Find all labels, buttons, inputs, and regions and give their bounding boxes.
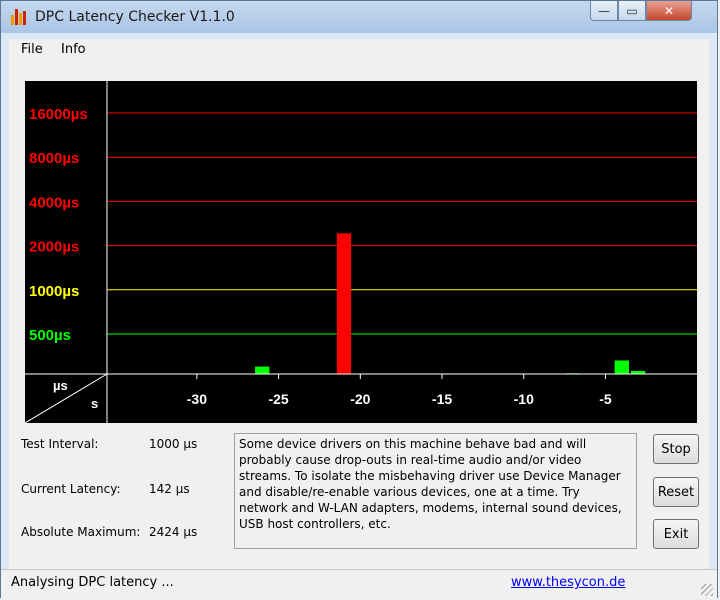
- client-area: 16000µs 8000µs 4000µs 2000µs 1000µs 500µs µs s -…: [9, 61, 709, 591]
- x-tick-label-1: -25: [268, 391, 288, 407]
- current-latency-label: Current Latency:: [21, 482, 121, 496]
- test-interval-value: 1000 µs: [149, 437, 198, 451]
- current-latency-value: 142 µs: [149, 482, 190, 496]
- reset-button[interactable]: Reset: [653, 477, 699, 507]
- stop-button[interactable]: Stop: [653, 434, 699, 464]
- message-text: Some device drivers on this machine beha…: [239, 437, 622, 531]
- bar-14: [336, 233, 352, 374]
- app-bars-icon: [11, 9, 29, 25]
- x-tick-label-4: -10: [514, 391, 534, 407]
- absolute-maximum-label: Absolute Maximum:: [21, 525, 141, 539]
- menu-bar: File Info: [9, 39, 709, 61]
- maximize-button[interactable]: ▭: [618, 1, 646, 21]
- menu-info[interactable]: Info: [61, 42, 86, 57]
- website-link[interactable]: www.thesycon.de: [511, 575, 625, 590]
- minimize-button[interactable]: —: [590, 1, 618, 21]
- status-bar: Analysing DPC latency ... www.thesycon.d…: [1, 569, 717, 598]
- status-text: Analysing DPC latency ...: [11, 575, 174, 590]
- y-tick-label-1000: 1000µs: [29, 283, 79, 300]
- y-tick-label-8000: 8000µs: [29, 150, 79, 167]
- close-icon: ✕: [663, 3, 675, 18]
- x-tick-label-2: -20: [350, 391, 370, 407]
- x-tick-label-0: -30: [187, 391, 207, 407]
- y-tick-label-4000: 4000µs: [29, 194, 79, 211]
- x-tick-label-5: -5: [599, 391, 612, 407]
- x-axis-unit-label: s: [91, 396, 98, 411]
- close-button[interactable]: ✕: [646, 1, 692, 21]
- latency-chart-svg: 16000µs 8000µs 4000µs 2000µs 1000µs 500µs µs s -…: [25, 81, 697, 423]
- bar-9: [255, 366, 270, 374]
- minimize-icon: —: [598, 3, 610, 18]
- latency-chart: 16000µs 8000µs 4000µs 2000µs 1000µs 500µs µs s -…: [25, 81, 697, 423]
- x-tick-label-3: -15: [432, 391, 452, 407]
- resize-grip-icon[interactable]: [701, 584, 713, 596]
- window-title: DPC Latency Checker V1.1.0: [35, 9, 235, 25]
- absolute-maximum-value: 2424 µs: [149, 525, 198, 539]
- bar-31: [614, 360, 629, 374]
- message-text-box[interactable]: Some device drivers on this machine beha…: [234, 433, 637, 549]
- app-window: DPC Latency Checker V1.1.0 — ▭ ✕ File In…: [0, 0, 718, 598]
- maximize-icon: ▭: [626, 3, 638, 18]
- test-interval-label: Test Interval:: [21, 437, 99, 451]
- y-tick-label-16000: 16000µs: [29, 106, 88, 123]
- y-tick-label-500: 500µs: [29, 327, 71, 344]
- menu-file[interactable]: File: [21, 42, 43, 57]
- y-tick-label-2000: 2000µs: [29, 239, 79, 256]
- y-axis-unit-label: µs: [53, 378, 68, 393]
- exit-button[interactable]: Exit: [653, 519, 699, 549]
- title-bar[interactable]: DPC Latency Checker V1.1.0 — ▭ ✕: [1, 1, 717, 33]
